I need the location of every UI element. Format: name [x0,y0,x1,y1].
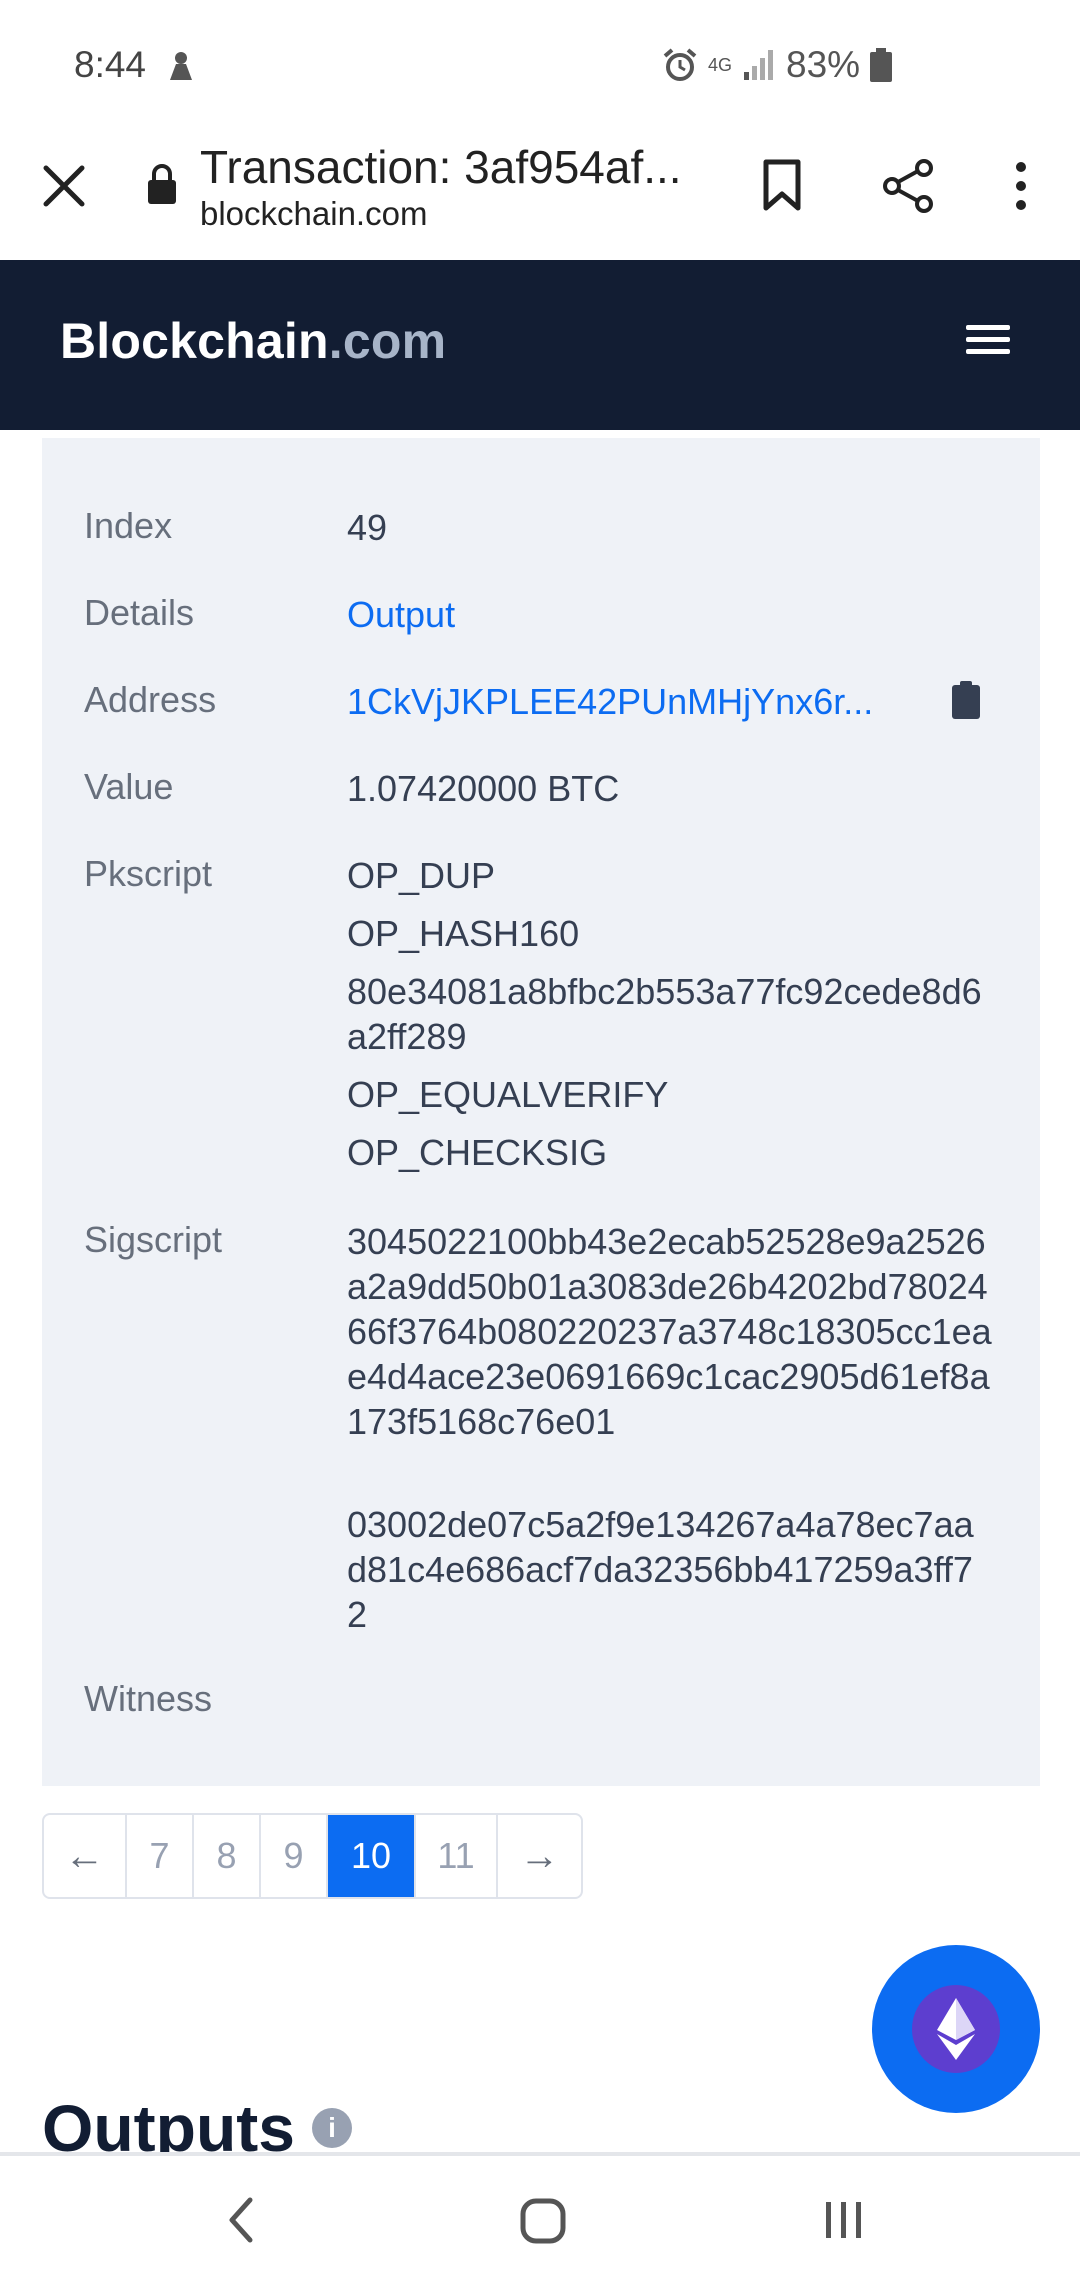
page-button[interactable]: 9 [261,1815,328,1897]
battery-percent: 83% [786,44,861,85]
home-nav-icon[interactable] [520,2198,566,2244]
url-domain[interactable]: blockchain.com [200,195,427,233]
page-button-active[interactable]: 10 [328,1815,416,1897]
battery-icon [870,48,893,82]
status-time: 8:44 [74,44,147,85]
page-button[interactable]: 8 [194,1815,261,1897]
status-icons: 4G 83% [662,44,893,86]
pkscript-line: OP_HASH160 [347,913,580,954]
value-label: Value [84,766,174,807]
network-type: 4G [708,55,733,75]
sigscript-label: Sigscript [84,1219,223,1260]
brand-name: Blockchain [60,313,329,369]
details-label: Details [84,592,195,633]
notification-icon [170,52,192,80]
ethereum-icon [937,1998,975,2060]
prev-page-button[interactable]: ← [44,1815,127,1897]
witness-label: Witness [84,1678,213,1719]
lock-icon[interactable] [146,163,178,205]
signal-icon [744,50,774,80]
pkscript-line: OP_DUP [347,855,496,896]
pkscript-line: OP_EQUALVERIFY [347,1074,669,1115]
close-icon[interactable] [42,164,86,208]
info-icon[interactable]: i [312,2108,352,2148]
page-button[interactable]: 7 [127,1815,194,1897]
pkscript-line: 80e34081a8bfbc2b553a77fc92cede8d6a2ff289 [347,971,982,1057]
page-button[interactable]: 11 [416,1815,498,1897]
next-page-button[interactable]: → [498,1815,581,1897]
value-amount: 1.07420000 BTC [347,768,620,809]
status-bar [0,0,1080,130]
back-nav-icon[interactable] [226,2196,256,2244]
more-options-icon[interactable] [1010,160,1032,212]
recents-nav-icon[interactable] [824,2200,864,2240]
address-label: Address [84,679,217,720]
sigscript-line: 03002de07c5a2f9e134267a4a78ec7aad81c4e68… [347,1504,974,1635]
details-output-link[interactable]: Output [347,592,1007,637]
copy-clipboard-icon[interactable] [950,681,982,721]
address-link[interactable]: 1CkVjJKPLEE42PUnMHjYnx6r... [347,679,917,724]
index-label: Index [84,505,173,546]
brand-logo[interactable]: Blockchain.com [60,312,446,370]
pagination: ← 7 8 9 10 11 → [42,1813,583,1899]
pkscript-label: Pkscript [84,853,213,894]
bookmark-icon[interactable] [760,158,804,212]
sigscript-line: 3045022100bb43e2ecab52528e9a2526a2a9dd50… [347,1221,992,1442]
index-value: 49 [347,507,388,548]
hamburger-menu-icon[interactable] [966,325,1010,355]
pkscript-line: OP_CHECKSIG [347,1132,608,1173]
share-icon[interactable] [880,158,936,214]
tab-title[interactable]: Transaction: 3af954af... [200,140,690,194]
alarm-icon [663,48,697,81]
brand-tld: .com [328,313,447,369]
